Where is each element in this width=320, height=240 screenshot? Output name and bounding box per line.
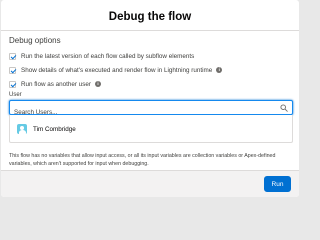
info-icon[interactable]: i (95, 81, 102, 87)
run-as-user-checkbox[interactable] (9, 80, 16, 88)
info-icon[interactable]: i (216, 67, 223, 73)
user-result-name: Tim Combridge (33, 125, 76, 133)
run-as-user-label: Run flow as another user (21, 80, 92, 88)
debug-flow-modal: Debug the flow Debug options Run the lat… (1, 0, 299, 197)
user-search-results: Tim Combridge (9, 115, 293, 143)
debug-options-heading: Debug options (9, 36, 61, 45)
modal-footer: Run (1, 170, 299, 197)
modal-title: Debug the flow (108, 11, 192, 23)
run-button[interactable]: Run (264, 176, 291, 192)
user-search-box[interactable] (9, 100, 293, 119)
show-details-checkbox[interactable] (9, 66, 16, 74)
user-icon (17, 124, 27, 134)
user-result-item[interactable]: Tim Combridge (10, 122, 292, 136)
option-run-as-user[interactable]: Run flow as another user i (9, 78, 291, 90)
user-field-label: User (9, 92, 22, 98)
option-show-details[interactable]: Show details of what's executed and rend… (9, 64, 291, 76)
modal-header: Debug the flow (1, 0, 299, 31)
search-icon[interactable] (280, 104, 288, 112)
run-latest-version-checkbox[interactable] (9, 52, 16, 60)
modal-body: Debug options Run the latest version of … (1, 31, 299, 168)
option-run-latest-version[interactable]: Run the latest version of each flow call… (9, 50, 291, 62)
no-input-variables-note: This flow has no variables that allow in… (9, 153, 276, 167)
show-details-label: Show details of what's executed and rend… (21, 66, 213, 74)
run-latest-version-label: Run the latest version of each flow call… (21, 52, 195, 60)
